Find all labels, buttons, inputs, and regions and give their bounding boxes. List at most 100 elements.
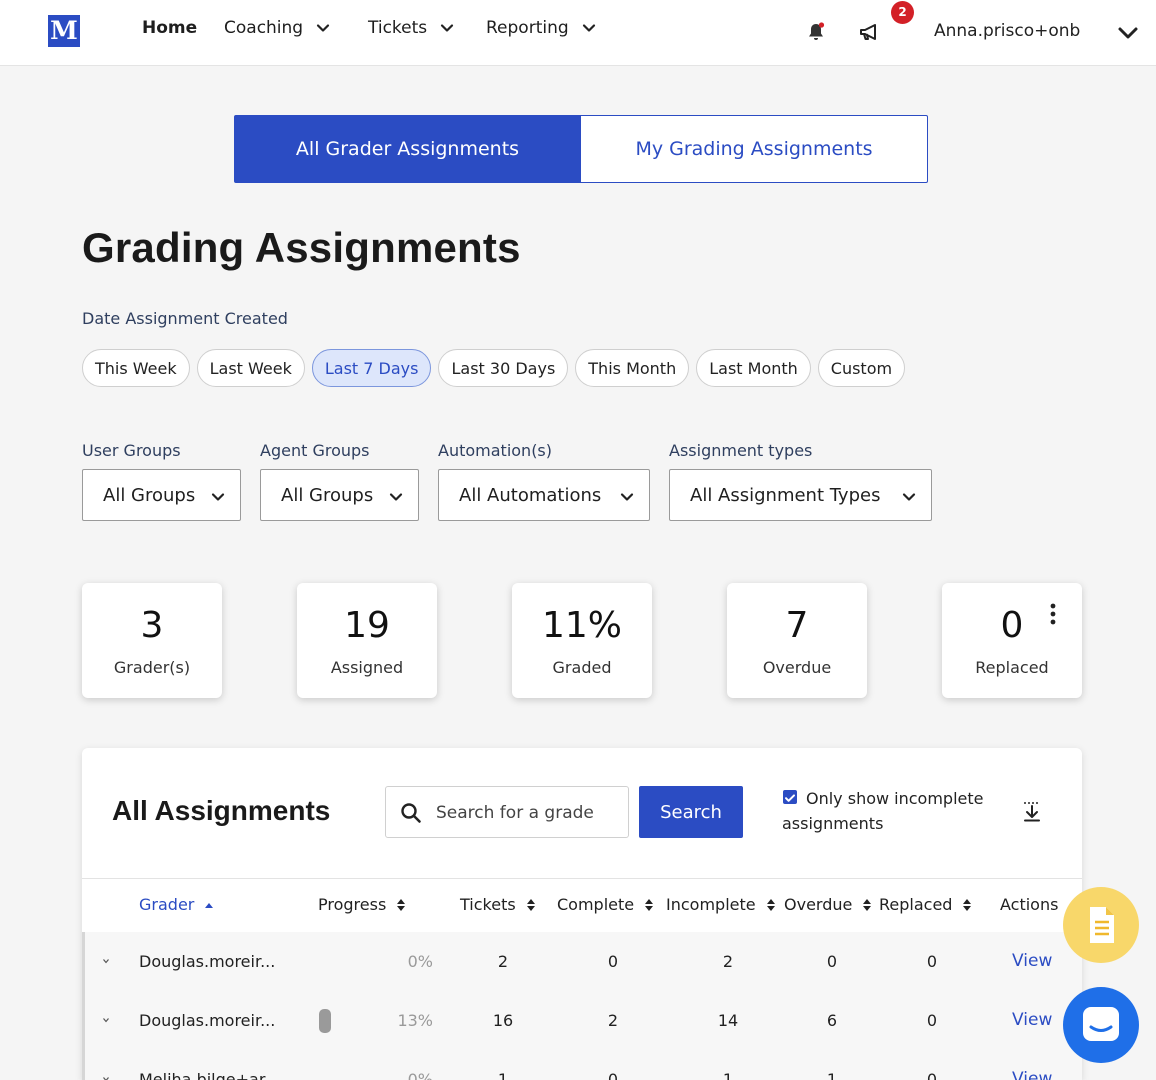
- cell-grader: Douglas.moreir...: [139, 1011, 276, 1030]
- tab-all-grader-assignments[interactable]: All Grader Assignments: [234, 115, 581, 183]
- agent-groups-value: All Groups: [281, 484, 374, 506]
- bell-icon[interactable]: [804, 20, 828, 44]
- table-row[interactable]: Meliha.bilge+ar... 0% 1 0 1 1 0 View: [85, 1050, 1082, 1080]
- sort-icon: [645, 898, 654, 911]
- download-icon[interactable]: [1021, 801, 1043, 823]
- stat-label: Replaced: [975, 658, 1049, 677]
- search-icon: [401, 803, 421, 823]
- chevron-down-icon: [389, 493, 403, 501]
- cell-complete: 2: [607, 1011, 619, 1030]
- grade-search-box: [385, 786, 629, 838]
- automations-value: All Automations: [459, 484, 602, 506]
- col-progress[interactable]: Progress: [318, 895, 406, 914]
- expand-chevron-icon[interactable]: [102, 1075, 110, 1080]
- cell-incomplete: 2: [722, 952, 734, 971]
- chevron-down-icon: [582, 24, 595, 32]
- stat-value: 0: [1000, 605, 1024, 646]
- sort-icon: [863, 898, 872, 911]
- megaphone-icon[interactable]: [858, 20, 882, 44]
- tab-mine-label: My Grading Assignments: [635, 138, 873, 160]
- cell-progress-percent: 0%: [407, 952, 433, 971]
- nav-home[interactable]: Home: [142, 18, 197, 38]
- cell-grader: Douglas.moreir...: [139, 952, 276, 971]
- app-logo[interactable]: M: [48, 15, 80, 47]
- nav-reporting[interactable]: Reporting: [486, 18, 597, 38]
- tab-my-grading-assignments[interactable]: My Grading Assignments: [580, 115, 928, 183]
- stat-card-overdue: 7 Overdue: [727, 583, 867, 698]
- chip-last-month[interactable]: Last Month: [696, 349, 811, 387]
- top-navigation-bar: M Home Coaching Tickets Reporting 2 Anna…: [0, 0, 1156, 66]
- sort-icon: [963, 898, 972, 911]
- chip-last-7-days[interactable]: Last 7 Days: [311, 349, 432, 387]
- stat-card-replaced: 0 Replaced: [942, 583, 1082, 698]
- expand-chevron-icon[interactable]: [102, 1016, 110, 1024]
- chevron-down-icon[interactable]: [1116, 22, 1140, 44]
- assignments-title: All Assignments: [112, 795, 331, 826]
- col-incomplete[interactable]: Incomplete: [666, 895, 776, 914]
- stat-label: Overdue: [762, 658, 832, 677]
- cell-replaced: 0: [926, 1011, 938, 1030]
- col-progress-label: Progress: [318, 895, 387, 914]
- cell-overdue: 1: [826, 1070, 838, 1080]
- assignment-types-select[interactable]: All Assignment Types: [669, 469, 932, 521]
- chevron-down-icon: [317, 24, 330, 32]
- sort-icon: [526, 898, 535, 911]
- chip-this-month[interactable]: This Month: [575, 349, 690, 387]
- chip-custom[interactable]: Custom: [817, 349, 906, 387]
- chip-last-30-days[interactable]: Last 30 Days: [438, 349, 569, 387]
- table-row[interactable]: Douglas.moreir... 0% 2 0 2 0 0 View: [85, 932, 1082, 991]
- stat-card-assigned: 19 Assigned: [297, 583, 437, 698]
- cell-tickets: 2: [497, 952, 509, 971]
- stat-card-graders: 3 Grader(s): [82, 583, 222, 698]
- cell-tickets: 1: [497, 1070, 509, 1080]
- col-incomplete-label: Incomplete: [666, 895, 756, 914]
- assignment-types-value: All Assignment Types: [690, 484, 881, 506]
- nav-tickets[interactable]: Tickets: [368, 18, 455, 38]
- view-link[interactable]: View: [1012, 1069, 1052, 1080]
- col-grader[interactable]: Grader: [139, 895, 214, 914]
- kebab-menu-icon[interactable]: [1050, 603, 1056, 625]
- stat-label: Graded: [552, 658, 612, 677]
- chat-fab[interactable]: [1063, 987, 1139, 1063]
- cell-complete: 0: [607, 1070, 619, 1080]
- user-groups-select[interactable]: All Groups: [82, 469, 241, 521]
- col-complete[interactable]: Complete: [557, 895, 654, 914]
- automations-select[interactable]: All Automations: [438, 469, 650, 521]
- assignments-card: All Assignments Search Only show incompl…: [82, 748, 1082, 1080]
- chevron-down-icon: [211, 493, 225, 501]
- chevron-down-icon: [441, 24, 454, 32]
- document-fab[interactable]: [1063, 887, 1139, 963]
- chip-last-week[interactable]: Last Week: [196, 349, 305, 387]
- col-complete-label: Complete: [557, 895, 635, 914]
- stat-label: Assigned: [330, 658, 404, 677]
- cell-overdue: 0: [826, 952, 838, 971]
- agent-groups-select[interactable]: All Groups: [260, 469, 419, 521]
- only-incomplete-label[interactable]: Only show incomplete assignments: [782, 786, 1012, 836]
- user-groups-label: User Groups: [82, 441, 181, 460]
- table-row[interactable]: Douglas.moreir... 13% 16 2 14 6 0 View: [85, 991, 1082, 1050]
- date-filter-label: Date Assignment Created: [82, 309, 288, 328]
- expand-chevron-icon[interactable]: [102, 957, 110, 965]
- cell-progress-percent: 0%: [407, 1070, 433, 1080]
- col-replaced[interactable]: Replaced: [879, 895, 972, 914]
- cell-tickets: 16: [492, 1011, 514, 1030]
- col-tickets[interactable]: Tickets: [460, 895, 536, 914]
- view-link[interactable]: View: [1012, 1010, 1052, 1030]
- nav-coaching[interactable]: Coaching: [224, 18, 331, 38]
- col-actions: Actions: [1000, 895, 1058, 914]
- stat-value: 19: [344, 605, 390, 646]
- col-overdue[interactable]: Overdue: [784, 895, 872, 914]
- user-groups-value: All Groups: [103, 484, 196, 506]
- chip-this-week[interactable]: This Week: [82, 349, 190, 387]
- grade-search-input[interactable]: [436, 801, 621, 825]
- col-grader-label: Grader: [139, 895, 195, 914]
- chat-icon: [1083, 1007, 1119, 1041]
- page-title: Grading Assignments: [82, 224, 521, 271]
- user-menu-name[interactable]: Anna.prisco+onb: [934, 21, 1080, 41]
- search-button[interactable]: Search: [639, 786, 743, 838]
- stat-card-graded: 11% Graded: [512, 583, 652, 698]
- view-link[interactable]: View: [1012, 951, 1052, 971]
- cell-replaced: 0: [926, 1070, 938, 1080]
- sort-ascending-icon: [205, 902, 214, 908]
- table-body: Douglas.moreir... 0% 2 0 2 0 0 View Doug…: [82, 932, 1082, 1080]
